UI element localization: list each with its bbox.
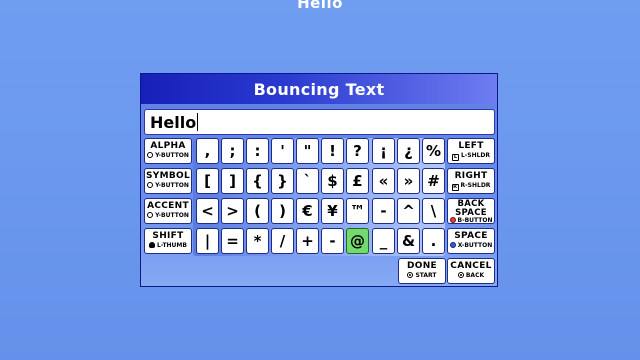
y-button-icon xyxy=(147,212,154,218)
cursor-right-hint: R-SHLDR xyxy=(460,182,491,189)
key-dash[interactable]: - xyxy=(372,198,395,224)
key-euro[interactable]: € xyxy=(296,198,319,224)
keyboard-dialog: Bouncing Text Hello ALPHA Y-BUTTON SYMBO… xyxy=(140,73,498,287)
shift-button[interactable]: SHIFT L-THUMB xyxy=(144,228,192,254)
key-slash[interactable]: / xyxy=(271,228,294,254)
key-right-paren[interactable]: ) xyxy=(271,198,294,224)
backspace-label-top: BACK xyxy=(457,199,485,209)
cancel-button[interactable]: CANCEL BACK xyxy=(447,258,495,284)
symbol-button-label: SYMBOL xyxy=(145,171,190,181)
key-caret[interactable]: ^ xyxy=(397,198,420,224)
l-shoulder-icon: L xyxy=(451,154,459,161)
key-minus[interactable]: - xyxy=(321,228,344,254)
key-colon[interactable]: : xyxy=(246,138,269,164)
shift-button-label: SHIFT xyxy=(152,231,184,241)
key-right-brace[interactable]: } xyxy=(271,168,294,194)
key-double-quote[interactable]: " xyxy=(296,138,319,164)
key-period[interactable]: . xyxy=(422,228,445,254)
backspace-label-bottom: SPACE xyxy=(455,208,487,218)
key-right-guillemet[interactable]: » xyxy=(397,168,420,194)
back-button-icon xyxy=(457,272,464,278)
key-exclamation[interactable]: ! xyxy=(321,138,344,164)
cancel-button-label: CANCEL xyxy=(450,261,492,271)
key-right-bracket[interactable]: ] xyxy=(221,168,244,194)
done-button-label: DONE xyxy=(406,261,437,271)
key-at-selected[interactable]: @ xyxy=(346,228,369,254)
text-caret xyxy=(197,113,199,131)
key-ampersand[interactable]: & xyxy=(397,228,420,254)
text-input-value: Hello xyxy=(150,113,197,132)
key-less-than[interactable]: < xyxy=(196,198,219,224)
cursor-right-button[interactable]: RIGHT R R-SHLDR xyxy=(447,168,495,194)
accent-button[interactable]: ACCENT Y-BUTTON xyxy=(144,198,192,224)
done-button[interactable]: DONE START xyxy=(398,258,446,284)
key-inverted-exclamation[interactable]: ¡ xyxy=(372,138,395,164)
start-button-icon xyxy=(407,272,414,278)
key-greater-than[interactable]: > xyxy=(221,198,244,224)
l-thumb-icon xyxy=(149,242,156,248)
backspace-hint: B-BUTTON xyxy=(457,217,493,224)
key-question[interactable]: ? xyxy=(346,138,369,164)
y-button-icon xyxy=(147,152,154,158)
key-apostrophe[interactable]: ' xyxy=(271,138,294,164)
x-button-icon xyxy=(449,242,456,248)
text-input[interactable]: Hello xyxy=(144,109,495,135)
key-backslash[interactable]: \ xyxy=(422,198,445,224)
key-underscore[interactable]: _ xyxy=(372,228,395,254)
accent-button-hint: Y-BUTTON xyxy=(155,212,189,219)
key-asterisk[interactable]: * xyxy=(246,228,269,254)
r-shoulder-icon: R xyxy=(451,184,459,191)
key-inverted-question[interactable]: ¿ xyxy=(397,138,420,164)
alpha-button-label: ALPHA xyxy=(150,141,186,151)
key-trademark[interactable]: ™ xyxy=(346,198,369,224)
key-hash[interactable]: # xyxy=(422,168,445,194)
key-pound[interactable]: £ xyxy=(346,168,369,194)
key-semicolon[interactable]: ; xyxy=(221,138,244,164)
key-dollar[interactable]: $ xyxy=(321,168,344,194)
symbol-button-hint: Y-BUTTON xyxy=(155,182,189,189)
cursor-right-label: RIGHT xyxy=(454,171,488,181)
accent-button-label: ACCENT xyxy=(147,201,189,211)
key-plus[interactable]: + xyxy=(296,228,319,254)
done-button-hint: START xyxy=(415,272,437,279)
key-left-brace[interactable]: { xyxy=(246,168,269,194)
key-pipe[interactable]: | xyxy=(196,228,219,254)
cancel-button-hint: BACK xyxy=(465,272,485,279)
alpha-button[interactable]: ALPHA Y-BUTTON xyxy=(144,138,192,164)
b-button-icon xyxy=(449,217,456,223)
cursor-left-label: LEFT xyxy=(458,141,484,151)
bouncing-text-preview: Hello xyxy=(297,0,343,12)
cursor-left-hint: L-SHLDR xyxy=(460,152,491,159)
key-left-paren[interactable]: ( xyxy=(246,198,269,224)
key-left-guillemet[interactable]: « xyxy=(372,168,395,194)
key-percent[interactable]: % xyxy=(422,138,445,164)
shift-button-hint: L-THUMB xyxy=(157,242,187,249)
alpha-button-hint: Y-BUTTON xyxy=(155,152,189,159)
dialog-title: Bouncing Text xyxy=(141,74,497,104)
space-button-hint: X-BUTTON xyxy=(457,242,493,249)
key-left-bracket[interactable]: [ xyxy=(196,168,219,194)
symbol-button[interactable]: SYMBOL Y-BUTTON xyxy=(144,168,192,194)
key-comma[interactable]: , xyxy=(196,138,219,164)
key-equals[interactable]: = xyxy=(221,228,244,254)
space-button[interactable]: SPACE X-BUTTON xyxy=(447,228,495,254)
space-button-label: SPACE xyxy=(454,231,488,241)
backspace-button[interactable]: BACK SPACE B-BUTTON xyxy=(447,198,495,224)
y-button-icon xyxy=(147,182,154,188)
cursor-left-button[interactable]: LEFT L L-SHLDR xyxy=(447,138,495,164)
key-backtick[interactable]: ` xyxy=(296,168,319,194)
key-yen[interactable]: ¥ xyxy=(321,198,344,224)
